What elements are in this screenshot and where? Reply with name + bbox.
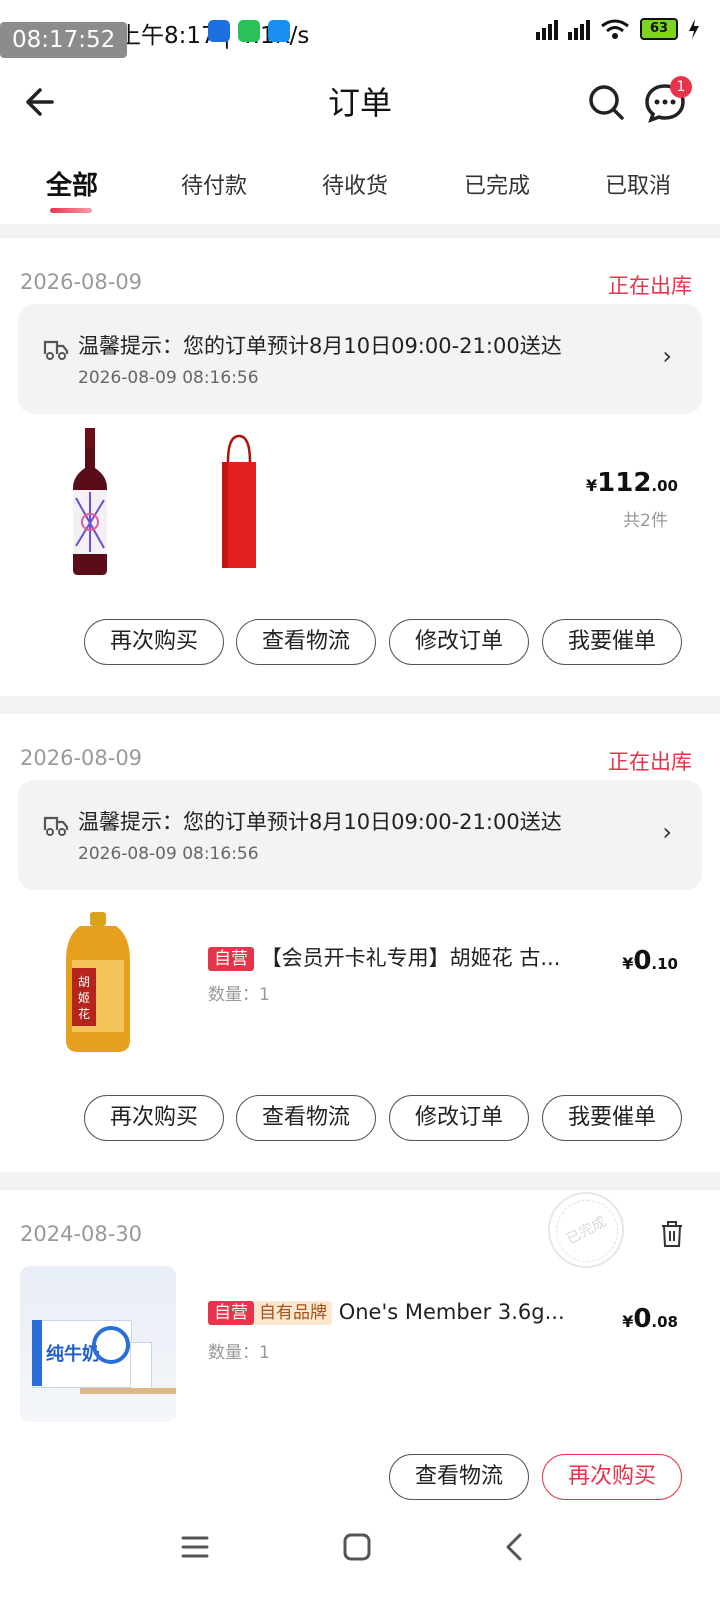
product-price: ¥0.10 (622, 946, 678, 976)
search-icon[interactable] (586, 82, 626, 122)
order-date: 2024-08-30 (20, 1222, 143, 1246)
tab-completed[interactable]: 已完成 (464, 168, 530, 200)
order-status: 正在出库 (608, 274, 692, 298)
self-operated-tag: 自营 (208, 1301, 254, 1325)
status-time: 08:17:52 (0, 22, 128, 58)
product-quantity: 数量：1 (208, 1343, 270, 1363)
signal-icon (536, 18, 558, 40)
svg-text:姬: 姬 (78, 991, 90, 1005)
view-logistics-button[interactable]: 查看物流 (236, 619, 376, 665)
signal-icon (568, 18, 590, 40)
delete-icon[interactable] (660, 1220, 684, 1248)
view-logistics-button[interactable]: 查看物流 (389, 1454, 529, 1500)
product-image-milk[interactable]: 纯牛奶 (20, 1266, 176, 1422)
back-icon[interactable] (500, 1532, 530, 1562)
status-right-icons: 63 (536, 18, 700, 40)
order-tabs: 全部 待付款 待收货 已完成 已取消 (0, 140, 720, 224)
order-date: 2026-08-09 (20, 270, 143, 294)
active-tab-indicator (50, 208, 92, 213)
item-count: 共2件 (623, 511, 668, 531)
delivery-tip[interactable]: 温馨提示：您的订单预计8月10日09:00-21:00送达 2026-08-09… (18, 304, 702, 414)
self-operated-tag: 自营 (208, 947, 254, 971)
truck-icon (43, 340, 69, 360)
chevron-right-icon: › (662, 818, 672, 846)
tab-all[interactable]: 全部 (46, 165, 98, 202)
order-card[interactable]: 2026-08-09 正在出库 温馨提示：您的订单预计8月10日09:00-21… (0, 238, 720, 696)
buy-again-button[interactable]: 再次购买 (542, 1454, 682, 1500)
modify-order-button[interactable]: 修改订单 (389, 619, 529, 665)
svg-text:胡: 胡 (78, 975, 90, 989)
view-logistics-button[interactable]: 查看物流 (236, 1095, 376, 1141)
order-card[interactable]: 2026-08-09 正在出库 温馨提示：您的订单预计8月10日09:00-21… (0, 714, 720, 1172)
own-brand-tag: 自有品牌 (254, 1301, 332, 1325)
order-card[interactable]: 2024-08-30 已完成 纯牛奶 自营 自有品牌 One's Member 3… (0, 1190, 720, 1512)
tab-pending-receipt[interactable]: 待收货 (322, 168, 388, 200)
tab-pending-payment[interactable]: 待付款 (181, 168, 247, 200)
wifi-icon (601, 19, 629, 39)
app-notification-icon (208, 20, 230, 42)
delivery-tip[interactable]: 温馨提示：您的订单预计8月10日09:00-21:00送达 2026-08-09… (18, 780, 702, 890)
product-image-wine[interactable] (60, 428, 120, 578)
charging-icon (689, 19, 699, 39)
modify-order-button[interactable]: 修改订单 (389, 1095, 529, 1141)
product-title[interactable]: 自营 自有品牌 One's Member 3.6g... (208, 1300, 565, 1325)
buy-again-button[interactable]: 再次购买 (84, 619, 224, 665)
product-price: ¥0.08 (622, 1304, 678, 1334)
wechat-icon (238, 20, 260, 42)
home-icon[interactable] (342, 1532, 372, 1562)
chevron-right-icon: › (662, 342, 672, 370)
urge-order-button[interactable]: 我要催单 (542, 619, 682, 665)
delivery-tip-time: 2026-08-09 08:16:56 (78, 844, 259, 864)
system-navigation-bar (0, 1512, 720, 1600)
product-name: One's Member 3.6g... (338, 1300, 565, 1324)
order-total-price: ¥112.00 (586, 468, 678, 498)
status-bar: 上午8:17 | 4.1K/s 08:17:52 63 (0, 0, 720, 64)
product-quantity: 数量：1 (208, 985, 270, 1005)
product-name: 【会员开卡礼专用】胡姬花 古... (260, 946, 561, 970)
message-badge: 1 (670, 76, 692, 98)
order-status: 正在出库 (608, 750, 692, 774)
tab-cancelled[interactable]: 已取消 (605, 168, 671, 200)
battery-icon: 63 (640, 18, 678, 40)
menu-icon[interactable] (180, 1532, 210, 1562)
delivery-tip-text: 温馨提示：您的订单预计8月10日09:00-21:00送达 (78, 810, 562, 834)
product-image-oil[interactable]: 胡 姬 花 (58, 912, 138, 1054)
product-image-gift-bag[interactable] (214, 432, 264, 572)
completed-stamp: 已完成 (548, 1192, 624, 1268)
delivery-tip-text: 温馨提示：您的订单预计8月10日09:00-21:00送达 (78, 334, 562, 358)
delivery-tip-time: 2026-08-09 08:16:56 (78, 368, 259, 388)
header: 订单 1 (0, 64, 720, 140)
svg-text:花: 花 (78, 1006, 90, 1021)
order-date: 2026-08-09 (20, 746, 143, 770)
urge-order-button[interactable]: 我要催单 (542, 1095, 682, 1141)
buy-again-button[interactable]: 再次购买 (84, 1095, 224, 1141)
truck-icon (43, 816, 69, 836)
message-app-icon (268, 20, 290, 42)
product-title[interactable]: 自营 【会员开卡礼专用】胡姬花 古... (208, 942, 560, 972)
